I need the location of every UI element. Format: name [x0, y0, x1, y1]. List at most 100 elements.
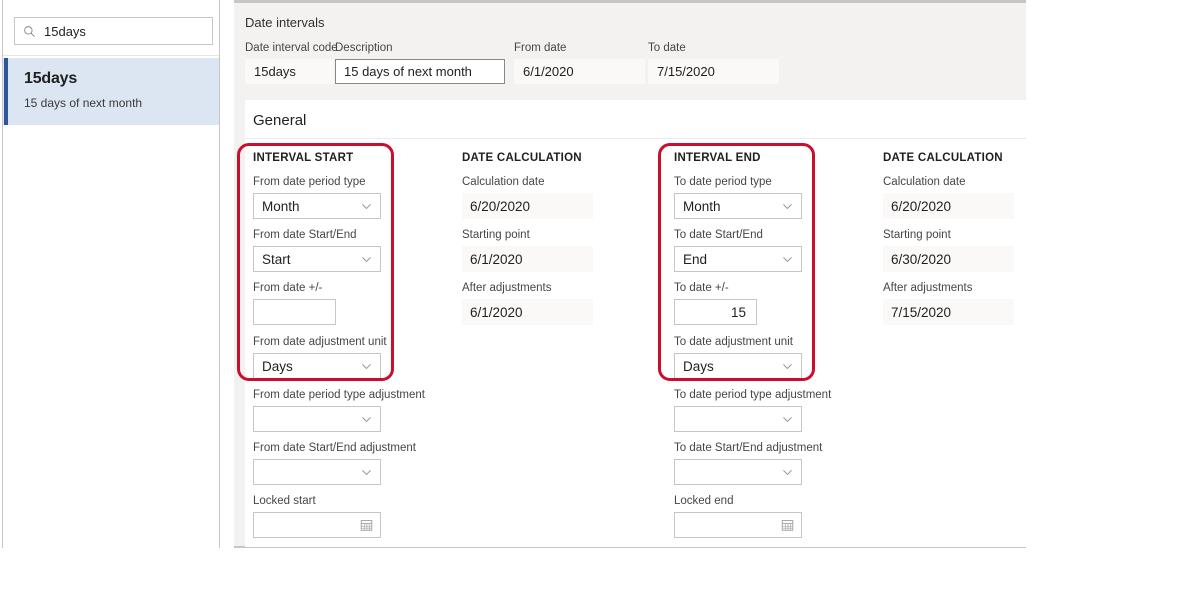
- page-title: Date intervals: [245, 15, 324, 30]
- tab-general[interactable]: General: [253, 112, 306, 129]
- dropdown-value: Month: [262, 199, 300, 214]
- field-to-date-adjustment-unit: To date adjustment unit Days: [674, 336, 802, 379]
- from-date-period-type-adjustment-dropdown[interactable]: [253, 406, 381, 432]
- readonly-calculation-date-start: Calculation date 6/20/2020: [462, 176, 593, 219]
- heading-date-calculation-start: DATE CALCULATION: [462, 152, 582, 164]
- field-label: Calculation date: [883, 176, 1014, 188]
- chevron-down-icon: [781, 466, 794, 479]
- field-label: Description: [335, 42, 505, 54]
- calendar-icon: [360, 519, 373, 532]
- tab-underline: [245, 138, 1026, 139]
- header-field-date-interval-code: Date interval code 15days: [245, 42, 334, 84]
- list-item[interactable]: [3, 58, 219, 125]
- main-top-divider: [234, 0, 1026, 3]
- search-input[interactable]: [44, 24, 204, 39]
- field-label: From date Start/End: [253, 229, 381, 241]
- field-label: To date +/-: [674, 282, 757, 294]
- calculation-date-value: 6/20/2020: [883, 193, 1014, 219]
- field-label: Starting point: [462, 229, 593, 241]
- chevron-down-icon: [360, 360, 373, 373]
- chevron-down-icon: [360, 413, 373, 426]
- chevron-down-icon: [781, 360, 794, 373]
- date-interval-code-value[interactable]: 15days: [245, 59, 334, 84]
- sidebar-search-divider: [3, 55, 219, 56]
- field-from-date-start-end: From date Start/End Start: [253, 229, 381, 272]
- sidebar-panel: 15days 15 days of next month: [0, 0, 221, 548]
- from-date-period-type-dropdown[interactable]: Month: [253, 193, 381, 219]
- heading-interval-end: INTERVAL END: [674, 152, 761, 164]
- sidebar-right-divider: [219, 0, 220, 548]
- chevron-down-icon: [781, 413, 794, 426]
- from-date-plus-minus-input[interactable]: [253, 299, 336, 325]
- starting-point-value: 6/30/2020: [883, 246, 1014, 272]
- dropdown-value: Start: [262, 252, 291, 267]
- readonly-after-adjustments-start: After adjustments 6/1/2020: [462, 282, 593, 325]
- to-date-start-end-dropdown[interactable]: End: [674, 246, 802, 272]
- to-date-period-type-adjustment-dropdown[interactable]: [674, 406, 802, 432]
- numeric-value: 15: [731, 305, 746, 320]
- after-adjustments-value: 7/15/2020: [883, 299, 1014, 325]
- to-date-value[interactable]: 7/15/2020: [648, 59, 779, 84]
- field-label: Starting point: [883, 229, 1014, 241]
- to-date-plus-minus-input[interactable]: 15: [674, 299, 757, 325]
- list-item-selection-indicator: [4, 58, 8, 125]
- field-label: To date: [648, 42, 779, 54]
- field-label: From date Start/End adjustment: [253, 442, 381, 454]
- search-box[interactable]: [14, 17, 213, 45]
- chevron-down-icon: [781, 200, 794, 213]
- field-to-date-plus-minus: To date +/- 15: [674, 282, 757, 325]
- dropdown-value: End: [683, 252, 707, 267]
- field-label: To date period type adjustment: [674, 389, 802, 401]
- field-to-date-start-end-adjustment: To date Start/End adjustment: [674, 442, 802, 485]
- field-from-date-plus-minus: From date +/-: [253, 282, 336, 325]
- chevron-down-icon: [360, 253, 373, 266]
- to-date-adjustment-unit-dropdown[interactable]: Days: [674, 353, 802, 379]
- chevron-down-icon: [360, 200, 373, 213]
- header-field-to-date: To date 7/15/2020: [648, 42, 779, 84]
- field-label: After adjustments: [883, 282, 1014, 294]
- description-input[interactable]: 15 days of next month: [335, 59, 505, 84]
- from-date-value[interactable]: 6/1/2020: [514, 59, 645, 84]
- field-from-date-adjustment-unit: From date adjustment unit Days: [253, 336, 381, 379]
- list-item-title: 15days: [24, 70, 77, 88]
- field-label: From date +/-: [253, 282, 336, 294]
- chevron-down-icon: [781, 253, 794, 266]
- field-label: From date adjustment unit: [253, 336, 381, 348]
- heading-date-calculation-end: DATE CALCULATION: [883, 152, 1003, 164]
- field-label: To date period type: [674, 176, 802, 188]
- from-date-start-end-adjustment-dropdown[interactable]: [253, 459, 381, 485]
- field-locked-end: Locked end: [674, 495, 802, 538]
- locked-end-date-input[interactable]: [674, 512, 802, 538]
- field-label: Locked start: [253, 495, 381, 507]
- field-label: To date adjustment unit: [674, 336, 802, 348]
- header-field-from-date: From date 6/1/2020: [514, 42, 645, 84]
- to-date-period-type-dropdown[interactable]: Month: [674, 193, 802, 219]
- field-label: From date period type: [253, 176, 381, 188]
- from-date-adjustment-unit-dropdown[interactable]: Days: [253, 353, 381, 379]
- chevron-down-icon: [360, 466, 373, 479]
- from-date-start-end-dropdown[interactable]: Start: [253, 246, 381, 272]
- list-item-subtitle: 15 days of next month: [24, 96, 142, 110]
- after-adjustments-value: 6/1/2020: [462, 299, 593, 325]
- field-to-date-period-type-adjustment: To date period type adjustment: [674, 389, 802, 432]
- search-icon: [23, 25, 36, 38]
- dropdown-value: Days: [262, 359, 293, 374]
- field-from-date-start-end-adjustment: From date Start/End adjustment: [253, 442, 381, 485]
- header-field-description: Description 15 days of next month: [335, 42, 505, 84]
- calendar-icon: [781, 519, 794, 532]
- field-from-date-period-type: From date period type Month: [253, 176, 381, 219]
- starting-point-value: 6/1/2020: [462, 246, 593, 272]
- field-label: From date: [514, 42, 645, 54]
- field-label: To date Start/End adjustment: [674, 442, 802, 454]
- field-label: From date period type adjustment: [253, 389, 381, 401]
- dropdown-value: Month: [683, 199, 721, 214]
- field-label: To date Start/End: [674, 229, 802, 241]
- field-locked-start: Locked start: [253, 495, 381, 538]
- readonly-calculation-date-end: Calculation date 6/20/2020: [883, 176, 1014, 219]
- readonly-after-adjustments-end: After adjustments 7/15/2020: [883, 282, 1014, 325]
- field-to-date-start-end: To date Start/End End: [674, 229, 802, 272]
- locked-start-date-input[interactable]: [253, 512, 381, 538]
- heading-interval-start: INTERVAL START: [253, 152, 353, 164]
- to-date-start-end-adjustment-dropdown[interactable]: [674, 459, 802, 485]
- field-label: Locked end: [674, 495, 802, 507]
